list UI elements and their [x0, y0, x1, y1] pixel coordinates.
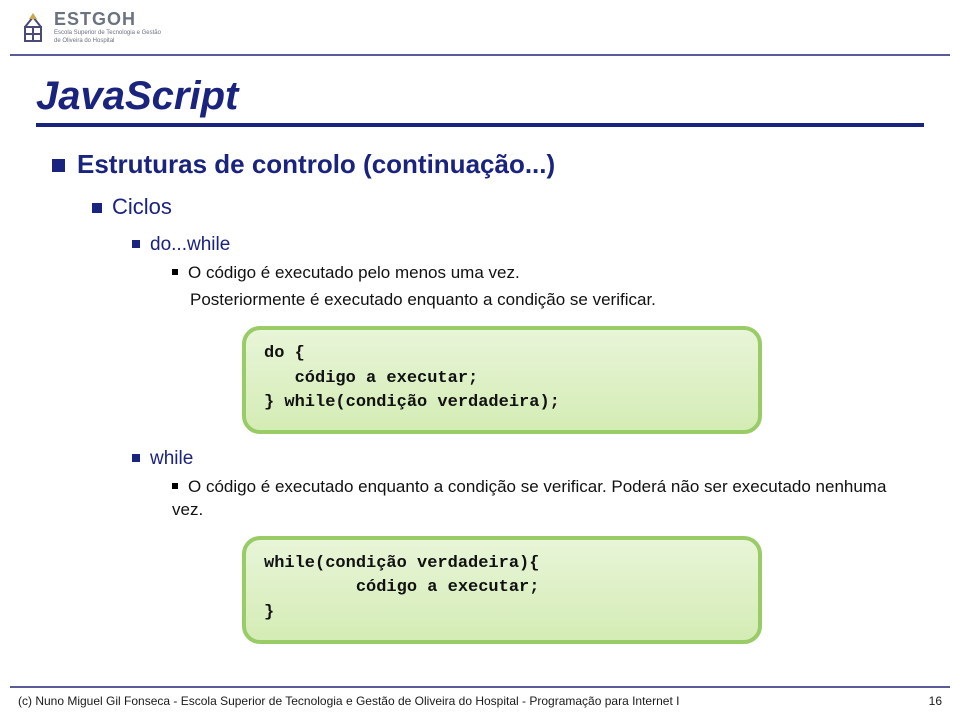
bullet-icon [52, 159, 65, 172]
while-desc-1: O código é executado enquanto a condição… [172, 476, 892, 522]
bullet-icon [172, 483, 178, 489]
heading-2-text: Ciclos [112, 194, 172, 219]
bullet-icon [132, 454, 140, 462]
heading-1-text: Estruturas de controlo (continuação...) [77, 149, 555, 179]
logo-subtitle-1: Escola Superior de Tecnologia e Gestão [54, 30, 161, 36]
bullet-icon [172, 269, 178, 275]
bullet-icon [132, 240, 140, 248]
slide-title: JavaScript [0, 56, 960, 123]
logo: ESTGOH Escola Superior de Tecnologia e G… [18, 8, 161, 46]
logo-title: ESTGOH [54, 10, 161, 28]
slide-content: Estruturas de controlo (continuação...) … [0, 127, 960, 644]
bullet-icon [92, 203, 102, 213]
heading-while: while [132, 448, 920, 470]
dowhile-desc-2: Posteriormente é executado enquanto a co… [190, 289, 830, 312]
header-bar: ESTGOH Escola Superior de Tecnologia e G… [0, 0, 960, 54]
footer: (c) Nuno Miguel Gil Fonseca - Escola Sup… [10, 686, 950, 708]
dowhile-desc-2-text: Posteriormente é executado enquanto a co… [190, 290, 656, 309]
heading-dowhile: do...while [132, 234, 920, 256]
dowhile-desc-1: O código é executado pelo menos uma vez. [172, 262, 920, 285]
logo-subtitle-2: de Oliveira do Hospital [54, 38, 161, 44]
heading-dowhile-text: do...while [150, 234, 230, 255]
heading-1: Estruturas de controlo (continuação...) [52, 149, 920, 180]
dowhile-desc-1-text: O código é executado pelo menos uma vez. [188, 263, 520, 282]
logo-text: ESTGOH Escola Superior de Tecnologia e G… [54, 10, 161, 44]
code-while: while(condição verdadeira){ código a exe… [242, 536, 762, 644]
heading-2: Ciclos [92, 194, 920, 220]
heading-while-text: while [150, 448, 193, 469]
while-desc-1-text: O código é executado enquanto a condição… [172, 477, 886, 519]
code-dowhile: do { código a executar; } while(condição… [242, 326, 762, 434]
footer-divider [10, 686, 950, 688]
page-number: 16 [929, 694, 942, 708]
footer-credits: (c) Nuno Miguel Gil Fonseca - Escola Sup… [18, 694, 679, 708]
logo-icon [18, 8, 48, 46]
